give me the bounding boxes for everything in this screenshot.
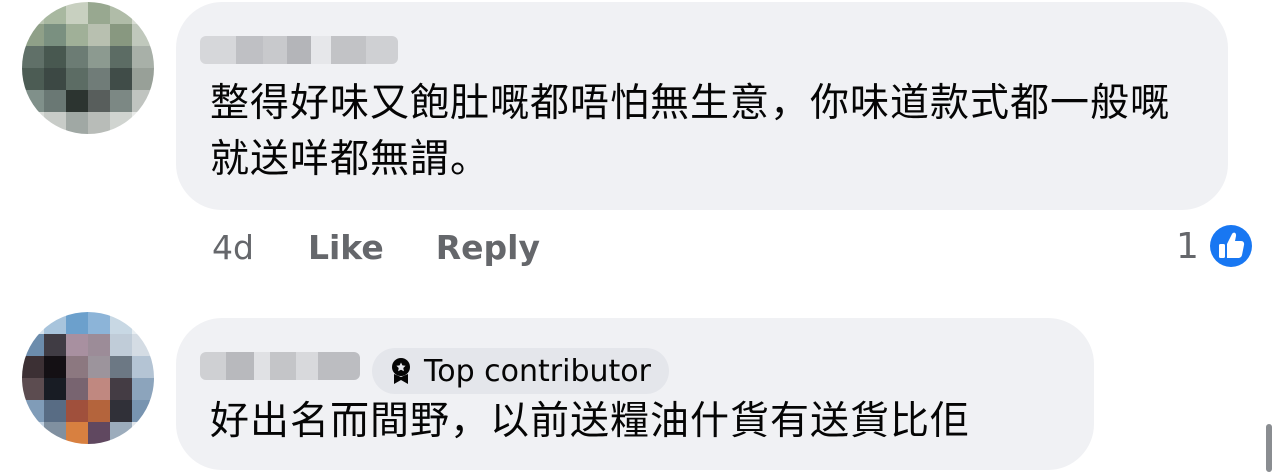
author-name[interactable]	[200, 36, 398, 64]
comment-bubble: Top contributor 好出名而間野，以前送糧油什貨有送貨比佢	[176, 318, 1094, 470]
author-name[interactable]	[200, 352, 360, 380]
reply-button[interactable]: Reply	[436, 228, 540, 267]
comments-page: 整得好味又飽肚嘅都唔怕無生意，你味道款式都一般嘅就送咩都無謂。 4d Like …	[0, 0, 1284, 472]
like-button[interactable]: Like	[308, 228, 384, 267]
reaction-count: 1	[1176, 225, 1199, 267]
avatar[interactable]	[22, 2, 154, 134]
top-contributor-badge[interactable]: Top contributor	[372, 348, 669, 394]
comment-actions: 4d Like Reply	[212, 228, 592, 267]
badge-label: Top contributor	[424, 353, 651, 389]
comment-text: 好出名而間野，以前送糧油什貨有送貨比佢	[210, 399, 971, 444]
comment-text: 整得好味又飽肚嘅都唔怕無生意，你味道款式都一般嘅就送咩都無謂。	[210, 81, 1171, 182]
comment-bubble: 整得好味又飽肚嘅都唔怕無生意，你味道款式都一般嘅就送咩都無謂。	[176, 2, 1228, 210]
award-ribbon-icon	[386, 356, 416, 386]
thumbs-up-icon	[1207, 222, 1255, 270]
avatar[interactable]	[22, 312, 154, 444]
comment-timestamp[interactable]: 4d	[212, 228, 254, 267]
scrollbar[interactable]	[1266, 424, 1272, 472]
reaction-summary[interactable]: 1	[1176, 222, 1255, 270]
